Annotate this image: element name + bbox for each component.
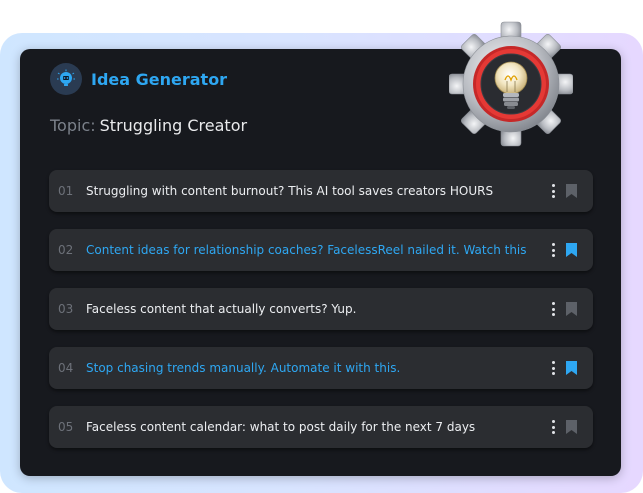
bookmark-icon[interactable] (566, 184, 577, 198)
idea-item[interactable]: 02 Content ideas for relationship coache… (49, 229, 593, 271)
header: Idea Generator (50, 63, 227, 95)
more-options-icon[interactable] (552, 302, 555, 316)
idea-text: Faceless content that actually converts?… (86, 302, 357, 316)
idea-text: Stop chasing trends manually. Automate i… (86, 361, 401, 375)
bookmark-icon-filled[interactable] (566, 243, 577, 257)
idea-number: 01 (58, 184, 74, 198)
more-options-icon[interactable] (552, 243, 555, 257)
idea-item[interactable]: 03 Faceless content that actually conver… (49, 288, 593, 330)
idea-text: Content ideas for relationship coaches? … (86, 243, 527, 257)
idea-list: 01 Struggling with content burnout? This… (49, 170, 593, 465)
idea-item[interactable]: 01 Struggling with content burnout? This… (49, 170, 593, 212)
app-title: Idea Generator (91, 69, 228, 89)
robot-bulb-icon (50, 63, 82, 95)
idea-number: 04 (58, 361, 74, 375)
idea-text: Faceless content calendar: what to post … (86, 420, 476, 434)
idea-number: 02 (58, 243, 74, 257)
more-options-icon[interactable] (552, 184, 555, 198)
bookmark-icon[interactable] (566, 420, 577, 434)
more-options-icon[interactable] (552, 361, 555, 375)
bookmark-icon-filled[interactable] (566, 361, 577, 375)
more-options-icon[interactable] (552, 420, 555, 434)
idea-text: Struggling with content burnout? This AI… (86, 184, 494, 198)
topic-label: Topic: (50, 116, 96, 135)
idea-item[interactable]: 04 Stop chasing trends manually. Automat… (49, 347, 593, 389)
bookmark-icon[interactable] (566, 302, 577, 316)
gear-lightbulb-icon (449, 21, 573, 147)
page: Idea Generator Topic: Struggling Creator … (0, 0, 643, 493)
idea-number: 03 (58, 302, 74, 316)
topic: Topic: Struggling Creator (50, 116, 247, 135)
idea-item[interactable]: 05 Faceless content calendar: what to po… (49, 406, 593, 448)
topic-value: Struggling Creator (99, 116, 248, 135)
idea-number: 05 (58, 420, 74, 434)
